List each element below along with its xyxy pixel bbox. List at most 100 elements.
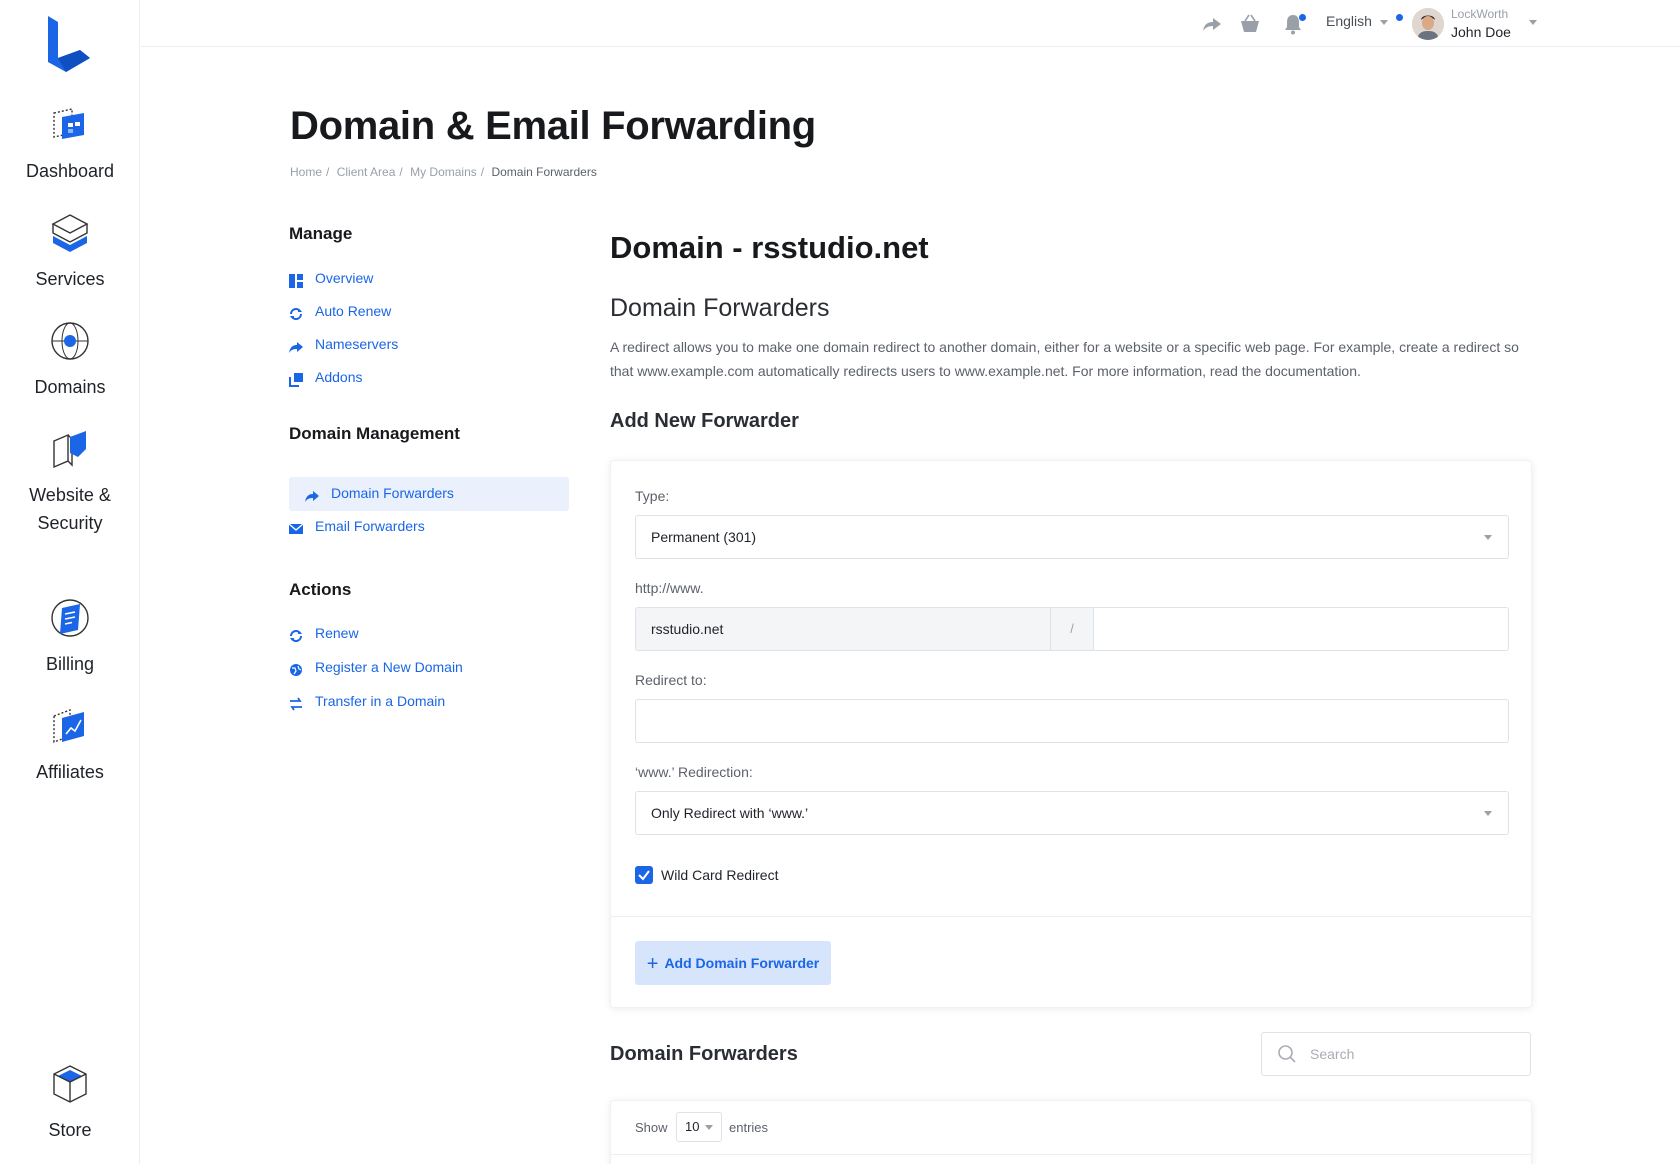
nav-label: Billing (45, 654, 95, 674)
domain-heading: Domain - rsstudio.net (610, 230, 929, 265)
sidebar-item-label: Email Forwarders (315, 518, 425, 534)
nav-label: Affiliates (36, 762, 104, 782)
wildcard-checkbox[interactable] (635, 866, 653, 884)
breadcrumb-current: Domain Forwarders (491, 165, 597, 179)
manage-heading: Manage (289, 224, 353, 243)
nav-label: Services (35, 269, 105, 289)
actions-heading: Actions (289, 580, 352, 599)
nav-label: Domains (34, 377, 106, 397)
type-label: Type: (635, 488, 670, 504)
app-navigation: Dashboard Services Domains Website & Sec… (0, 0, 140, 1164)
search-input[interactable] (1310, 1033, 1520, 1075)
nav-billing[interactable]: Billing (0, 596, 140, 678)
sidebar-item-email-forwarders[interactable]: Email Forwarders (288, 514, 425, 538)
www-redirection-label: ‘www.’ Redirection: (635, 764, 753, 780)
sidebar-item-register-domain[interactable]: Register a New Domain (289, 655, 463, 679)
refresh-icon (289, 304, 303, 320)
sidebar-item-label: Register a New Domain (315, 659, 463, 675)
chevron-down-icon (1379, 19, 1388, 25)
page-size-value: 10 (685, 1119, 700, 1134)
chevron-down-icon (705, 1125, 713, 1130)
notification-badge-dot (1299, 14, 1306, 21)
page-size-select[interactable]: 10 (676, 1112, 722, 1142)
domain-management-heading: Domain Management (289, 424, 460, 443)
add-forwarder-heading: Add New Forwarder (610, 410, 799, 432)
sidebar-item-label: Domain Forwarders (331, 485, 454, 501)
nav-domains[interactable]: Domains (0, 319, 140, 401)
language-selector[interactable]: English (1326, 13, 1388, 29)
add-domain-forwarder-button[interactable]: + Add Domain Forwarder (635, 941, 831, 985)
services-box-icon (48, 211, 92, 255)
sidebar-item-nameservers[interactable]: Nameservers (289, 332, 398, 356)
user-company: LockWorth (1451, 7, 1509, 21)
www-redirection-select[interactable]: Only Redirect with ‘www.’ (635, 791, 1509, 835)
sidebar-item-label: Overview (315, 270, 374, 286)
redirect-to-input[interactable] (635, 699, 1509, 743)
wildcard-label[interactable]: Wild Card Redirect (661, 867, 778, 883)
sidebar-item-label: Transfer in a Domain (315, 693, 446, 709)
overview-icon (289, 271, 303, 288)
chevron-down-icon (1484, 535, 1492, 540)
nav-label: Dashboard (25, 161, 115, 181)
share-icon[interactable] (1200, 12, 1224, 36)
path-separator: / (1050, 607, 1094, 651)
sidebar-item-label: Auto Renew (315, 303, 392, 319)
forward-arrow-icon (305, 486, 319, 502)
sidebar-item-auto-renew[interactable]: Auto Renew (289, 299, 391, 323)
nav-services[interactable]: Services (0, 211, 140, 293)
cart-badge-dot (1396, 14, 1403, 21)
avatar[interactable] (1412, 8, 1444, 40)
forwarders-table-card: Show 10 entries (610, 1100, 1532, 1164)
store-cube-icon (48, 1062, 92, 1106)
sidebar-item-label: Renew (315, 625, 359, 641)
sidebar-item-addons[interactable]: Addons (289, 365, 362, 389)
breadcrumb-my-domains[interactable]: My Domains (410, 165, 477, 179)
type-select-value: Permanent (301) (651, 529, 757, 545)
refresh-icon (289, 626, 303, 642)
sidebar-item-renew[interactable]: Renew (289, 621, 359, 645)
breadcrumb-client-area[interactable]: Client Area (337, 165, 396, 179)
website-security-icon (48, 427, 92, 471)
transfer-arrows-icon (289, 694, 303, 711)
globe-icon (289, 660, 303, 676)
search-icon (1277, 1044, 1297, 1064)
divider (611, 916, 1531, 917)
nav-label: Website & Security (29, 485, 111, 533)
nav-store[interactable]: Store (0, 1062, 140, 1144)
nav-affiliates[interactable]: Affiliates (0, 704, 140, 786)
addons-icon (289, 370, 303, 387)
affiliates-chart-icon (48, 704, 92, 748)
www-redirection-value: Only Redirect with ‘www.’ (651, 805, 809, 821)
billing-icon (48, 596, 92, 640)
type-select[interactable]: Permanent (301) (635, 515, 1509, 559)
nav-dashboard[interactable]: Dashboard (0, 103, 140, 185)
sidebar-item-transfer-domain[interactable]: Transfer in a Domain (289, 689, 445, 713)
sidebar-item-label: Nameservers (315, 336, 399, 352)
plus-icon: + (646, 953, 659, 975)
nav-label: Store (48, 1120, 92, 1140)
show-label: Show (635, 1120, 668, 1135)
basket-icon[interactable] (1238, 12, 1262, 36)
globe-icon (48, 319, 92, 363)
add-button-label: Add Domain Forwarder (664, 955, 820, 971)
user-name[interactable]: John Doe (1451, 24, 1511, 40)
breadcrumb-home[interactable]: Home (290, 165, 322, 179)
sidebar-item-domain-forwarders[interactable]: Domain Forwarders (305, 481, 454, 505)
user-menu-chevron-icon[interactable] (1529, 20, 1537, 25)
search-box (1261, 1032, 1531, 1076)
chevron-down-icon (1484, 811, 1492, 816)
envelope-icon (288, 519, 304, 534)
page-title: Domain & Email Forwarding (290, 104, 816, 148)
section-heading: Domain Forwarders (610, 294, 830, 322)
language-label: English (1326, 13, 1372, 29)
dashboard-icon (48, 103, 92, 147)
source-label: http://www. (635, 580, 704, 596)
source-path-input[interactable] (1093, 607, 1509, 651)
nav-website-security[interactable]: Website & Security (0, 427, 140, 537)
divider (611, 1154, 1531, 1155)
redirect-to-label: Redirect to: (635, 672, 707, 688)
sidebar-item-overview[interactable]: Overview (289, 266, 373, 290)
checkmark-icon (638, 870, 650, 881)
top-bar: English LockWorth John Doe (141, 0, 1680, 47)
brand-logo-icon[interactable] (44, 14, 94, 76)
